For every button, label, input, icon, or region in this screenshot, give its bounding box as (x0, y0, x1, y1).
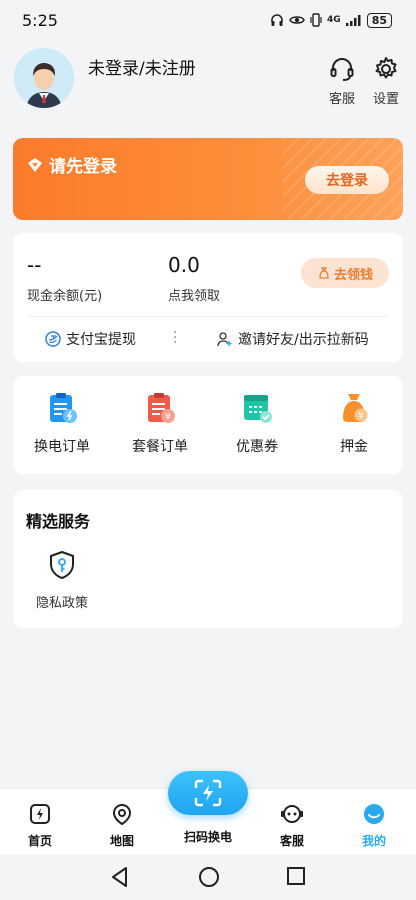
wallet-card: -- 现金余额(元) 0.0 点我领取 去领钱 支付宝提现 · · · 邀请好友/出… (13, 233, 403, 362)
svg-text:¥: ¥ (165, 413, 171, 423)
alipay-withdraw-label: 支付宝提现 (66, 332, 136, 348)
orders-card: 换电订单 ¥ 套餐订单 优惠券 ¥ 押金 (13, 376, 403, 474)
home-bolt-icon (30, 804, 50, 824)
eye-icon (289, 16, 305, 24)
featured-services-title: 精选服务 (26, 512, 91, 531)
go-login-button[interactable]: 去登录 (305, 166, 389, 194)
gear-icon (375, 57, 397, 79)
tab-home[interactable]: 首页 (10, 803, 70, 849)
headset-icon (330, 58, 354, 81)
battery-swap-order-icon (44, 390, 80, 426)
invite-friends-label: 邀请好友/出示拉新码 (238, 332, 369, 348)
tab-mine[interactable]: 我的 (344, 803, 404, 849)
tab-map-label: 地图 (109, 834, 134, 848)
more-dots-icon: · · · (173, 325, 178, 351)
home-circle-icon[interactable] (198, 866, 220, 888)
battery-indicator: 85 (366, 12, 392, 28)
settings-label: 设置 (372, 92, 399, 107)
featured-services-card: 精选服务 隐私政策 (13, 490, 403, 628)
login-banner[interactable]: 请先登录 去登录 (13, 138, 403, 220)
status-time: 5:25 (22, 10, 58, 30)
package-order-icon: ¥ (142, 390, 178, 426)
add-user-icon (217, 332, 232, 347)
back-icon[interactable] (110, 866, 130, 888)
banner-title-text: 请先登录 (49, 157, 117, 177)
settings-button[interactable]: 设置 (366, 56, 406, 107)
coupon-button[interactable]: 优惠券 (222, 390, 292, 456)
scan-swap-label[interactable]: 扫码换电 (168, 828, 248, 845)
privacy-shield-icon (50, 550, 74, 580)
tab-home-label: 首页 (27, 834, 52, 848)
tab-service-label: 客服 (279, 834, 304, 848)
tab-mine-label: 我的 (361, 834, 386, 848)
signal-icon (345, 15, 361, 26)
deposit-button[interactable]: ¥ 押金 (319, 390, 389, 456)
package-order-label: 套餐订单 (132, 439, 188, 455)
cash-balance-value: -- (27, 253, 42, 277)
customer-service-label: 客服 (328, 92, 355, 107)
system-nav-bar (0, 854, 416, 900)
money-bag-icon (319, 267, 329, 279)
avatar[interactable] (14, 48, 74, 108)
customer-service-button[interactable]: 客服 (322, 56, 362, 107)
status-icons: 4G 85 (270, 12, 392, 28)
network-type: 4G (327, 15, 341, 25)
profile-header: 未登录/未注册 客服 设置 (14, 48, 402, 118)
tab-service[interactable]: 客服 (262, 803, 322, 849)
recents-square-icon[interactable] (286, 866, 306, 886)
vibrate-icon (310, 13, 322, 27)
smile-profile-icon (364, 804, 384, 824)
claim-money-label: 去领钱 (333, 267, 373, 283)
privacy-policy-label: 隐私政策 (35, 596, 88, 611)
privacy-policy-button[interactable]: 隐私政策 (27, 550, 97, 611)
claim-value: 0.0 (168, 253, 200, 277)
map-pin-icon (112, 803, 132, 826)
alipay-withdraw-link[interactable]: 支付宝提现 (45, 329, 136, 349)
invite-friends-link[interactable]: 邀请好友/出示拉新码 (217, 329, 369, 349)
banner-title: 请先登录 (27, 152, 117, 177)
svg-text:¥: ¥ (358, 412, 364, 422)
battery-swap-order-label: 换电订单 (34, 439, 90, 455)
service-robot-icon (281, 805, 303, 823)
username-label[interactable]: 未登录/未注册 (88, 54, 196, 79)
deposit-label: 押金 (340, 439, 368, 455)
alipay-icon (45, 331, 61, 347)
wallet-divider (27, 316, 389, 317)
claim-money-button[interactable]: 去领钱 (301, 258, 389, 288)
battery-swap-order-button[interactable]: 换电订单 (27, 390, 97, 456)
status-bar: 5:25 4G 85 (0, 0, 416, 40)
scan-bolt-icon (194, 779, 222, 807)
headphones-icon (271, 14, 283, 26)
scan-swap-button[interactable] (168, 771, 248, 815)
claim-label[interactable]: 点我领取 (168, 285, 220, 304)
package-order-button[interactable]: ¥ 套餐订单 (125, 390, 195, 456)
tab-map[interactable]: 地图 (92, 803, 152, 849)
diamond-icon (28, 157, 42, 172)
cash-balance-label: 现金余额(元) (27, 289, 103, 304)
coupon-icon (239, 390, 275, 426)
coupon-label: 优惠券 (236, 439, 278, 455)
user-avatar-icon (14, 48, 74, 108)
deposit-bag-icon: ¥ (336, 390, 372, 426)
